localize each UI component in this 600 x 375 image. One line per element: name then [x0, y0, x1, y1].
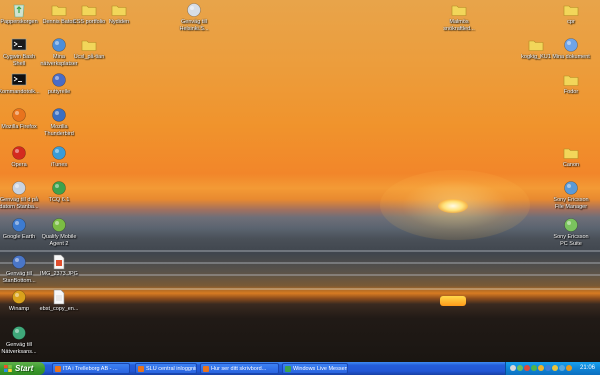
sony-ericsson-pc-suite-icon: [564, 218, 578, 232]
desktop-icon-label: Mina dokument: [552, 54, 590, 60]
sun: [438, 199, 468, 213]
command-prompt-icon: [11, 73, 27, 86]
desktop-icon-label: Qualify Mobile Agent 2: [41, 234, 77, 247]
sync-icon[interactable]: [559, 365, 565, 371]
sony-ericsson-file-manager-icon: [564, 181, 578, 195]
volume-icon[interactable]: [510, 365, 516, 371]
desktop-icon-label: Nydiden: [108, 19, 130, 25]
antivirus-icon[interactable]: [524, 365, 530, 371]
desktop-icon[interactable]: Sony Ericsson PC Suite: [542, 217, 600, 247]
desktop-icon-label: Sony Ericsson PC Suite: [553, 234, 589, 247]
desktop-icon[interactable]: IMG_2373.JPG: [30, 254, 88, 278]
clock[interactable]: 21:06: [580, 362, 595, 375]
shortcut-icon: [12, 181, 26, 195]
desktop-icon-label: cpr: [567, 19, 575, 25]
desktop-icon-label: Canon: [562, 162, 580, 168]
terminal-icon: [11, 38, 27, 51]
sun-reflection: [440, 296, 466, 306]
desktop-icon[interactable]: TCQ 6.1: [30, 180, 88, 204]
folder-icon: [563, 148, 579, 159]
desktop-icon[interactable]: Genväg till Helsinki.S...: [165, 2, 223, 32]
desktop-icon-label: Genväg till Nätverksans...: [1, 342, 37, 355]
desktop-icon-label: TCQ 6.1: [48, 197, 70, 203]
messenger-icon: [285, 366, 291, 372]
winamp-icon[interactable]: [566, 365, 572, 371]
shortcut-icon: [12, 255, 26, 269]
desktop-icon-label: Fodor: [563, 89, 579, 95]
google-earth-icon: [12, 218, 26, 232]
desktop-icon-label: puttyrelle: [47, 89, 71, 95]
wave-line: [0, 262, 600, 264]
desktop-icon[interactable]: Qualify Mobile Agent 2: [30, 217, 88, 247]
taskbar-button-label: ITA i Trelleborg AB - ...: [63, 366, 118, 372]
desktop-icon[interactable]: Nydiden: [90, 2, 148, 26]
system-tray: 21:06: [505, 362, 600, 375]
taskbar-button-label: Hur ser ditt skrivbord...: [211, 366, 267, 372]
wave-line: [0, 288, 600, 290]
my-documents-icon: [564, 38, 578, 52]
taskbar-button[interactable]: ITA i Trelleborg AB - ...: [52, 363, 130, 374]
firefox-icon: [12, 108, 26, 122]
desktop[interactable]: Papperskorgen Dennis Baton CSS portfolio Ny…: [0, 0, 600, 362]
image-file-icon: [53, 254, 65, 270]
tcq-icon: [52, 181, 66, 195]
folder-icon: [563, 75, 579, 86]
network-icon[interactable]: [517, 365, 523, 371]
firefox-icon: [203, 366, 209, 372]
start-label: Start: [15, 364, 34, 373]
desktop-icon[interactable]: iTunes: [30, 145, 88, 169]
mobile-agent-icon: [52, 218, 66, 232]
desktop-icon-label: Genväg till Helsinki.S...: [179, 19, 209, 32]
desktop-icon-label: iTunes: [50, 162, 68, 168]
desktop-icon[interactable]: Malmös snökraftled...: [430, 2, 488, 32]
desktop-icon[interactable]: Ucsl_på-tian: [60, 37, 118, 61]
taskbar-button-label: SLU central inloggnin...: [146, 366, 196, 372]
desktop-icon[interactable]: cpr: [542, 2, 600, 26]
desktop-icon-label: IMG_2373.JPG: [40, 271, 78, 277]
taskbar-button-label: Windows Live Messen...: [293, 366, 348, 372]
messenger-icon[interactable]: [531, 365, 537, 371]
desktop-icon[interactable]: Fodor: [542, 72, 600, 96]
desktop-icon-label: ebst_copy_en...: [39, 306, 79, 312]
taskbar-button[interactable]: Hur ser ditt skrivbord...: [200, 363, 279, 374]
winamp-icon: [12, 290, 26, 304]
desktop-icon[interactable]: Genväg till Nätverksans...: [0, 325, 48, 355]
wave-line: [0, 250, 600, 252]
folder-icon: [451, 5, 467, 16]
firefox-icon: [55, 366, 61, 372]
desktop-icon[interactable]: ebst_copy_en...: [30, 289, 88, 313]
desktop-icon[interactable]: Canon: [542, 145, 600, 169]
wave-line: [0, 274, 600, 276]
desktop-icon-label: Malmös snökraftled...: [443, 19, 475, 32]
bluetooth-icon[interactable]: [545, 365, 551, 371]
itunes-icon: [52, 146, 66, 160]
thunderbird-icon: [52, 108, 66, 122]
desktop-icon[interactable]: Sony Ericsson File Manager: [542, 180, 600, 210]
folder-icon: [111, 5, 127, 16]
network-shortcut-icon: [12, 326, 26, 340]
update-icon[interactable]: [552, 365, 558, 371]
taskbar: Start ITA i Trelleborg AB - ... SLU centr…: [0, 362, 600, 375]
desktop-icon-label: Mozilla Thunderbird: [44, 124, 74, 137]
taskbar-button[interactable]: SLU central inloggnin...: [135, 363, 197, 374]
desktop-icon-label: Ucsl_på-tian: [73, 54, 105, 60]
folder-icon: [563, 5, 579, 16]
windows-logo-icon: [4, 365, 12, 372]
firefox-icon: [138, 366, 144, 372]
opera-icon: [12, 146, 26, 160]
desktop-icon[interactable]: Mina dokument: [542, 37, 600, 61]
desktop-icon[interactable]: puttyrelle: [30, 72, 88, 96]
recycle-bin-icon: [13, 4, 25, 18]
shield-icon[interactable]: [538, 365, 544, 371]
desktop-icon-label: Sony Ericsson File Manager: [553, 197, 589, 210]
shortcut-icon: [187, 3, 201, 17]
taskbar-button[interactable]: Windows Live Messen...: [282, 363, 348, 374]
start-button[interactable]: Start: [0, 362, 45, 375]
document-file-icon: [53, 289, 65, 305]
folder-icon: [81, 40, 97, 51]
putty-icon: [52, 73, 66, 87]
desktop-icon[interactable]: Mozilla Thunderbird: [30, 107, 88, 137]
